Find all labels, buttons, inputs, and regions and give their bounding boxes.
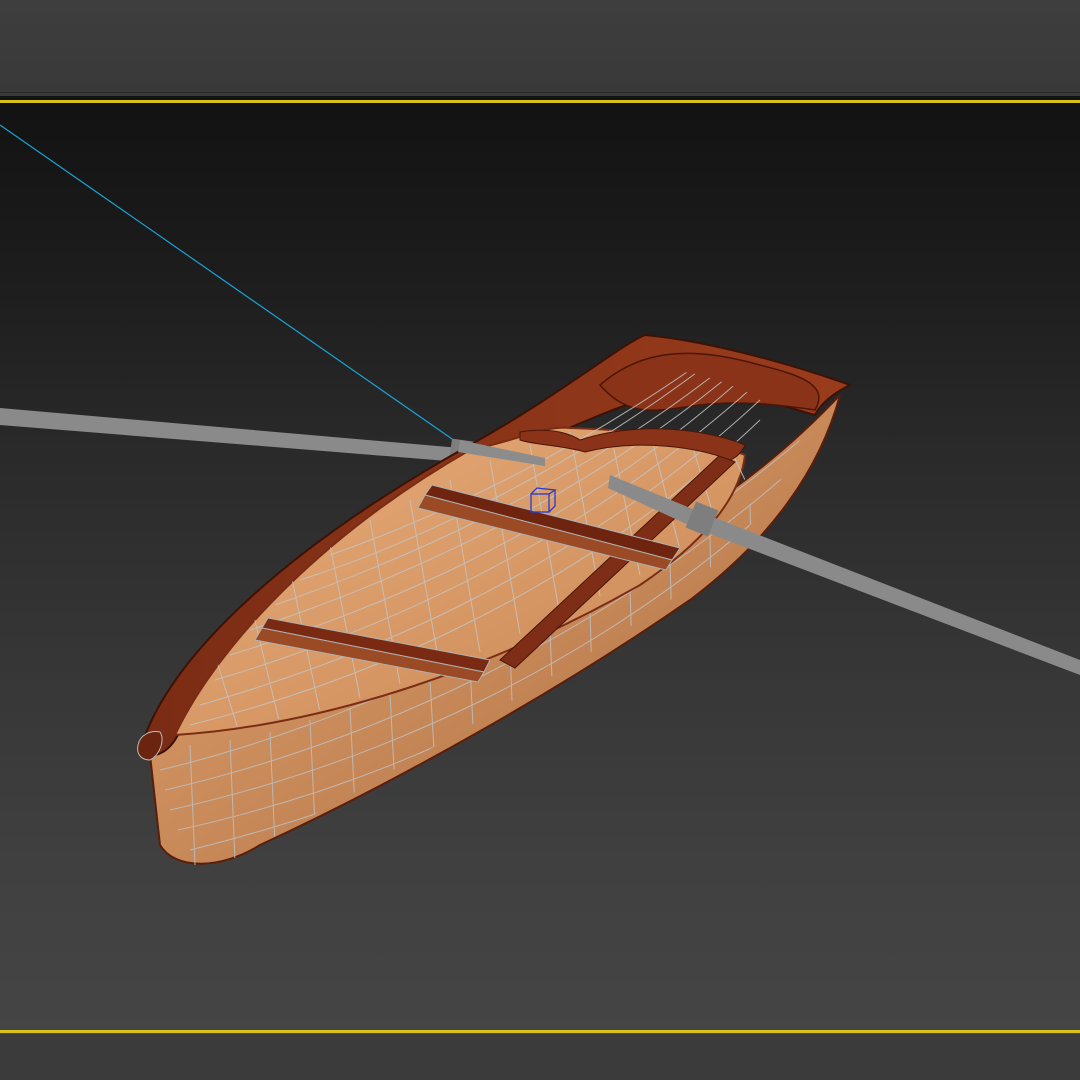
viewport-scene[interactable] [0,0,1080,1080]
